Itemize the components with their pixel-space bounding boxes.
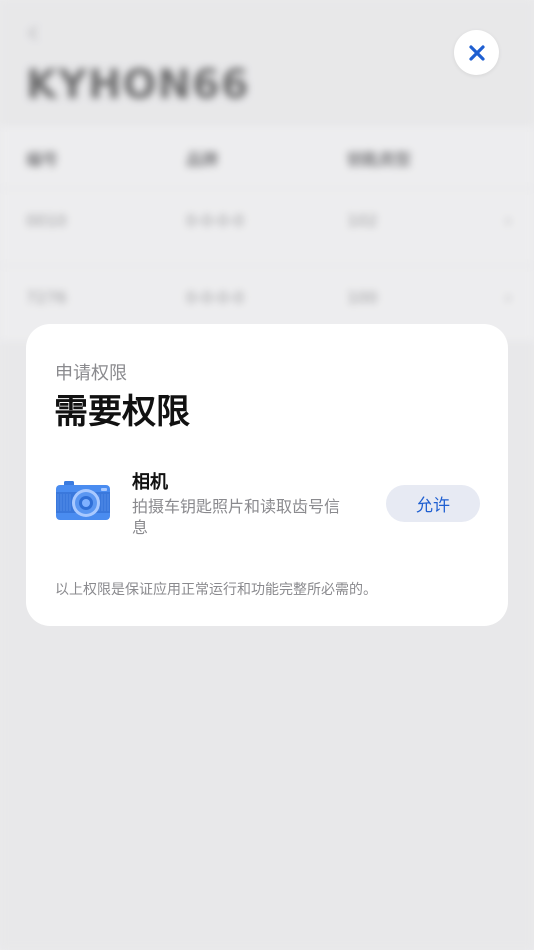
permission-dialog: 申请权限 需要权限 相机 拍摄车钥匙照片和读取齿号信息 允许 以上权限是保证应用… <box>26 324 508 626</box>
permission-item-camera: 相机 拍摄车钥匙照片和读取齿号信息 允许 <box>55 468 485 548</box>
permission-name: 相机 <box>132 472 168 493</box>
dialog-title: 需要权限 <box>54 392 190 432</box>
permission-screen: ‹ KYHON66 编号 品牌 钥匙类型 0010 0-0-0-0 102 › … <box>0 0 534 950</box>
close-icon <box>468 44 485 61</box>
dialog-subtitle: 申请权限 <box>55 363 127 384</box>
close-button[interactable] <box>454 30 499 75</box>
permission-description: 拍摄车钥匙照片和读取齿号信息 <box>132 497 341 537</box>
camera-icon <box>56 481 110 520</box>
allow-button[interactable]: 允许 <box>386 485 480 522</box>
dialog-footer-note: 以上权限是保证应用正常运行和功能完整所必需的。 <box>55 582 377 598</box>
